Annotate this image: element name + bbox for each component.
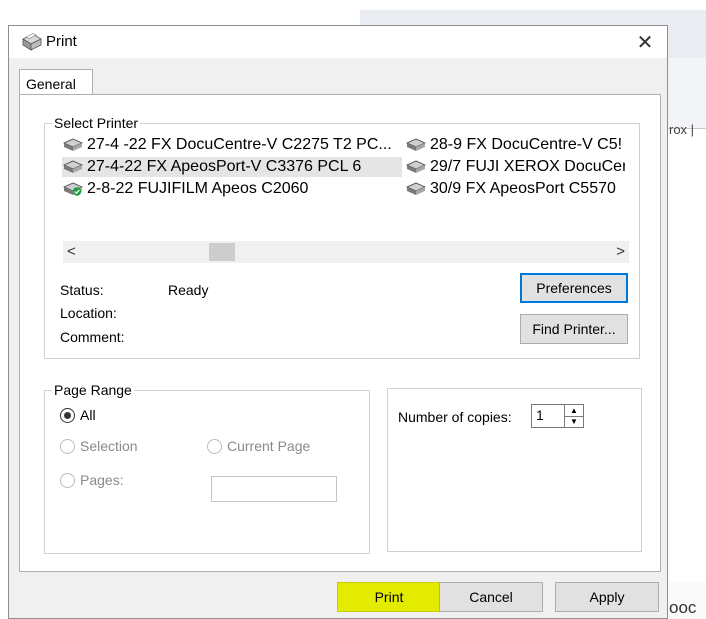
status-label: Status: — [60, 282, 104, 298]
print-button[interactable]: Print — [337, 582, 441, 612]
background-app-panel — [668, 58, 706, 128]
close-button[interactable]: ✕ — [623, 26, 667, 58]
radio-all[interactable]: All — [60, 407, 96, 423]
title-bar[interactable]: Print ✕ — [9, 26, 667, 58]
printer-item[interactable]: 30/9 FX ApeosPort C5570 — [405, 179, 625, 199]
printer-icon — [63, 160, 83, 173]
radio-current-page[interactable]: Current Page — [207, 438, 310, 454]
radio-selection-label: Selection — [80, 438, 138, 454]
general-tab-panel: Select Printer 27-4 -22 FX DocuCentre-V … — [19, 94, 661, 572]
pages-input[interactable] — [211, 476, 337, 502]
page-range-legend: Page Range — [52, 382, 134, 398]
printer-item-selected[interactable]: 27-4-22 FX ApeosPort-V C3376 PCL 6 — [62, 157, 402, 177]
copies-group: Number of copies: 1 ▲ ▼ — [387, 388, 642, 552]
printer-item[interactable]: 29/7 FUJI XEROX DocuCer — [405, 157, 625, 177]
cancel-button[interactable]: Cancel — [439, 582, 543, 612]
radio-all-label: All — [80, 407, 96, 423]
select-printer-legend: Select Printer — [52, 115, 141, 131]
printer-icon — [406, 138, 426, 151]
copies-spinner[interactable]: ▲ ▼ — [565, 404, 584, 428]
printer-name: 27-4-22 FX ApeosPort-V C3376 PCL 6 — [87, 158, 362, 175]
scroll-left-icon[interactable]: < — [67, 243, 76, 260]
printer-icon — [406, 160, 426, 173]
radio-button[interactable] — [60, 407, 75, 423]
background-footer-text: ooc — [669, 598, 697, 617]
printer-icon — [63, 138, 83, 151]
tab-general[interactable]: General — [19, 69, 93, 95]
radio-button[interactable] — [207, 438, 222, 454]
radio-checked-icon — [64, 411, 71, 419]
printer-item-default[interactable]: 2-8-22 FUJIFILM Apeos C2060 — [62, 179, 402, 199]
printer-name: 29/7 FUJI XEROX DocuCer — [430, 158, 625, 175]
printer-name: 30/9 FX ApeosPort C5570 — [430, 180, 616, 197]
select-printer-group: Select Printer 27-4 -22 FX DocuCentre-V … — [44, 115, 640, 359]
copies-input[interactable]: 1 — [531, 404, 565, 428]
radio-button[interactable] — [60, 438, 75, 454]
dialog-title: Print — [46, 33, 77, 50]
find-printer-button[interactable]: Find Printer... — [520, 314, 628, 344]
comment-label: Comment: — [60, 329, 125, 345]
copies-label: Number of copies: — [398, 409, 512, 425]
printer-item[interactable]: 28-9 FX DocuCentre-V C5! — [405, 135, 625, 155]
radio-selection[interactable]: Selection — [60, 438, 138, 454]
printer-icon — [22, 33, 42, 51]
printer-item[interactable]: 27-4 -22 FX DocuCentre-V C2275 T2 PC... — [62, 135, 402, 155]
radio-current-page-label: Current Page — [227, 438, 311, 454]
scrollbar-thumb[interactable] — [209, 243, 235, 261]
page-range-group: Page Range All Selection Current Page Pa… — [44, 382, 370, 554]
printer-name: 2-8-22 FUJIFILM Apeos C2060 — [87, 180, 309, 197]
preferences-button[interactable]: Preferences — [520, 273, 628, 303]
printer-icon — [406, 182, 426, 195]
default-printer-icon — [63, 182, 83, 196]
radio-pages[interactable]: Pages: — [60, 472, 124, 488]
print-dialog: Print ✕ General Select Printer 27-4 -22 … — [8, 25, 668, 619]
radio-button[interactable] — [60, 472, 75, 488]
close-icon: ✕ — [636, 31, 654, 54]
apply-button[interactable]: Apply — [555, 582, 659, 612]
scroll-right-icon[interactable]: > — [616, 243, 625, 260]
printer-name: 27-4 -22 FX DocuCentre-V C2275 T2 PC... — [87, 136, 392, 153]
background-text: rox | — [669, 122, 695, 137]
spin-down-icon[interactable]: ▼ — [565, 416, 583, 427]
status-value: Ready — [168, 282, 209, 298]
printer-name: 28-9 FX DocuCentre-V C5! — [430, 136, 623, 153]
printer-list-scrollbar[interactable]: < > — [63, 241, 629, 263]
location-label: Location: — [60, 305, 117, 321]
radio-pages-label: Pages: — [80, 472, 124, 488]
